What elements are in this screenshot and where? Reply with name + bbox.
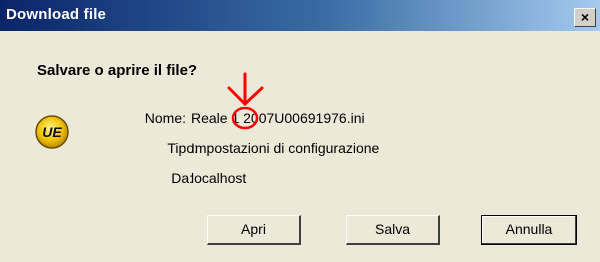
dialog-prompt: Salvare o aprire il file? bbox=[37, 62, 198, 79]
da-label: Da: bbox=[171, 170, 193, 186]
ultraedit-icon: UE bbox=[35, 115, 69, 149]
open-button[interactable]: Apri bbox=[207, 215, 301, 245]
tipo-label: Tipo: bbox=[167, 140, 198, 156]
window-title: Download file bbox=[6, 6, 107, 23]
icon-text: UE bbox=[42, 124, 62, 140]
nome-value: Reale 1 2007U00691976.ini bbox=[191, 110, 365, 126]
da-value: localhost bbox=[191, 170, 247, 186]
arrow-head bbox=[227, 86, 264, 107]
nome-label: Nome: bbox=[144, 110, 186, 126]
save-button[interactable]: Salva bbox=[346, 215, 440, 245]
close-button[interactable]: × bbox=[574, 8, 596, 27]
title-bar: Download file × bbox=[0, 0, 600, 31]
cancel-button[interactable]: Annulla bbox=[481, 215, 577, 245]
tipo-value: Impostazioni di configurazione bbox=[191, 140, 380, 156]
